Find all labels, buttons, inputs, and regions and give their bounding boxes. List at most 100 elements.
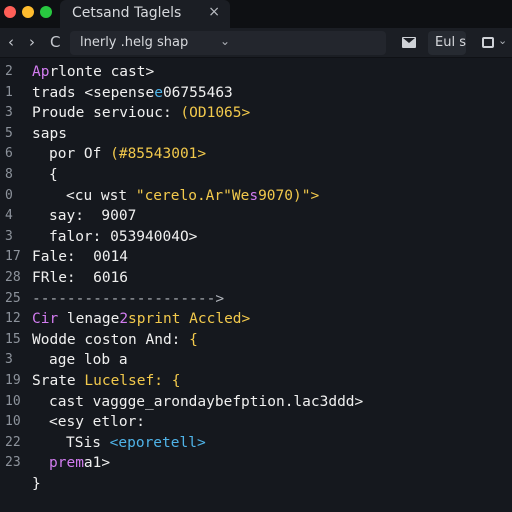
forward-arrow-icon[interactable]: ›: [29, 33, 35, 51]
close-tab-icon[interactable]: ×: [208, 4, 220, 20]
line-number: 3: [5, 352, 13, 368]
toolbar-action-button[interactable]: Eul s: [428, 31, 466, 55]
code-line[interactable]: 25 --------------------->: [0, 289, 512, 309]
line-number: 6: [5, 146, 13, 162]
code-line[interactable]: 22 TSis <eporetell>: [0, 433, 512, 453]
editor-tab[interactable]: Cetsand Taglels ×: [60, 0, 230, 28]
line-number: 8: [5, 167, 13, 182]
code-token: sprint Accled>: [128, 311, 251, 328]
code-editor[interactable]: 2 Aprlonte cast> 1 trads <sepensee06755463 3…: [0, 58, 512, 512]
code-token: Ap: [32, 64, 50, 80]
line-number: 10: [5, 393, 21, 409]
line-number: 23: [5, 455, 21, 471]
code-token: 2: [119, 311, 129, 328]
code-token: por Of: [49, 146, 111, 163]
code-token: lenage: [66, 311, 120, 328]
code-line[interactable]: 12 Cir lenage2sprint Accled>: [0, 309, 512, 329]
code-token: falor: 05394004O>: [49, 228, 198, 245]
code-line[interactable]: 17 Fale: 0014: [0, 247, 512, 267]
line-number: 22: [5, 434, 21, 450]
line-number: 25: [5, 290, 21, 306]
code-line[interactable]: 3 Proude serviouc: (OD1065>: [0, 103, 512, 123]
code-token: trads <sepense: [32, 84, 155, 101]
print-icon[interactable]: [482, 37, 494, 48]
code-token: TSis: [66, 434, 110, 451]
code-token: say: 9007: [49, 208, 137, 225]
code-text: <esy etlor:: [49, 412, 145, 432]
code-text: por Of (#85543001>: [49, 144, 206, 164]
chevron-down-icon[interactable]: ⌄: [220, 34, 230, 48]
code-text: TSis <eporetell>: [66, 433, 206, 453]
code-token: a1>: [83, 455, 111, 472]
code-line[interactable]: 28 FRle: 6016: [0, 268, 512, 288]
code-line[interactable]: 1 trads <sepensee06755463: [0, 83, 512, 103]
code-token: Srate: [32, 373, 85, 389]
code-line[interactable]: 0 <cu wst "cerelo.Ar"Wes9070)">: [0, 186, 512, 206]
line-number: 3: [5, 228, 13, 244]
code-line[interactable]: 8{: [0, 165, 512, 185]
code-token: Cir: [32, 311, 67, 328]
code-token: s: [249, 187, 259, 204]
code-token: Fale: 0014: [32, 249, 129, 266]
code-token: Proude serviouc:: [32, 105, 181, 122]
code-text: Srate Lucelsef: {: [32, 371, 180, 391]
code-text: FRle: 6016: [32, 268, 128, 288]
code-line[interactable]: 6 por Of (#85543001>: [0, 144, 512, 164]
code-line[interactable]: 3 age lob a: [0, 350, 512, 370]
code-token: Wodde coston And:: [32, 331, 190, 348]
code-token: {: [49, 167, 58, 183]
code-token: cast vaggge_arondaybefption.lac3ddd>: [49, 393, 364, 410]
code-token: Lucelsef: {: [84, 373, 181, 389]
code-line[interactable]: 10 cast vaggge_arondaybefption.lac3ddd>: [0, 392, 512, 412]
code-token: (#85543001>: [110, 146, 207, 163]
code-token: <cu wst: [66, 187, 136, 204]
code-line[interactable]: 4 say: 9007: [0, 206, 512, 226]
code-token: (OD1065>: [180, 105, 251, 122]
code-line[interactable]: 10 <esy etlor:: [0, 412, 512, 432]
code-line[interactable]: }: [0, 474, 512, 494]
code-text: say: 9007: [49, 206, 136, 226]
line-number: 5: [5, 125, 13, 141]
code-line[interactable]: 19 Srate Lucelsef: {: [0, 371, 512, 391]
code-token: --------------------->: [32, 290, 225, 307]
code-line[interactable]: 5 saps: [0, 124, 512, 144]
close-window-button[interactable]: [4, 6, 16, 18]
code-text: --------------------->: [32, 289, 224, 309]
code-line[interactable]: 15 Wodde coston And: {: [0, 330, 512, 350]
code-text: Aprlonte cast>: [32, 62, 154, 82]
code-token: 9070)">: [258, 187, 320, 204]
code-token: age lob a: [49, 352, 128, 369]
maximize-window-button[interactable]: [40, 6, 52, 18]
line-number: 15: [5, 331, 21, 347]
reload-icon[interactable]: C: [50, 33, 60, 51]
code-line[interactable]: 2 Aprlonte cast>: [0, 62, 512, 82]
code-token: FRle: 6016: [32, 270, 129, 286]
code-text: falor: 05394004O>: [49, 227, 197, 247]
window-titlebar: Cetsand Taglels ×: [0, 0, 512, 28]
code-line[interactable]: 23 prema1>: [0, 453, 512, 473]
line-number: 17: [5, 249, 21, 265]
line-number: 12: [5, 311, 21, 327]
code-token: <esy etlor:: [49, 414, 146, 431]
code-text: saps: [32, 124, 67, 144]
line-number: 0: [5, 187, 13, 203]
chevron-down-icon[interactable]: ⌄: [498, 34, 507, 47]
minimize-window-button[interactable]: [22, 6, 34, 18]
line-number: 2: [5, 64, 13, 79]
code-line[interactable]: 3 falor: 05394004O>: [0, 227, 512, 247]
code-token: "cerelo.Ar"We: [135, 187, 250, 204]
code-text: trads <sepensee06755463: [32, 83, 233, 103]
code-text: cast vaggge_arondaybefption.lac3ddd>: [49, 392, 363, 412]
line-number: 1: [5, 84, 13, 100]
address-bar[interactable]: lnerly .helg shap ⌄: [70, 31, 386, 55]
code-text: age lob a: [49, 350, 128, 370]
code-text: <cu wst "cerelo.Ar"Wes9070)">: [66, 186, 319, 206]
code-token: 06755463: [162, 84, 233, 101]
address-text: lnerly .helg shap: [80, 35, 189, 50]
code-token: }: [32, 476, 41, 492]
code-text: Cir lenage2sprint Accled>: [32, 309, 250, 329]
mail-icon[interactable]: [402, 37, 416, 48]
back-arrow-icon[interactable]: ‹: [8, 33, 14, 51]
code-token: saps: [32, 125, 67, 142]
toolbar-action-label: Eul s: [435, 35, 466, 50]
